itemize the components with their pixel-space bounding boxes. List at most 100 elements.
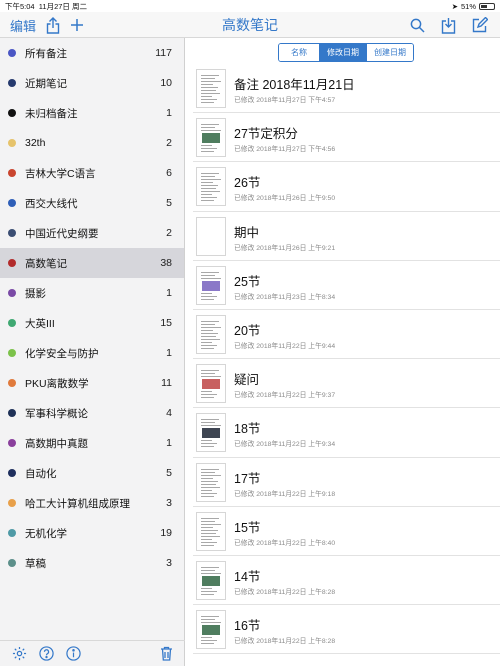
note-modified-date: 已修改 2018年11月22日 上午8:40 — [234, 539, 336, 547]
note-row[interactable]: 27节定积分 已修改 2018年11月27日 下午4:56 — [185, 113, 500, 163]
battery-fill — [481, 4, 488, 8]
thumb-line — [201, 173, 219, 175]
folder-count: 1 — [166, 347, 172, 359]
settings-icon[interactable] — [12, 646, 27, 661]
status-time: 下午5:04 — [5, 1, 35, 11]
help-icon[interactable] — [39, 646, 54, 661]
thumb-line — [201, 332, 218, 334]
thumb-line — [201, 176, 215, 178]
thumb-line — [201, 130, 221, 132]
new-folder-icon[interactable] — [70, 18, 84, 32]
note-title: 备注 2018年11月21日 — [234, 78, 355, 92]
note-row[interactable]: 17节 已修改 2018年11月22日 上午9:18 — [185, 458, 500, 507]
nav-left-group: 编辑 — [10, 12, 84, 38]
note-row[interactable]: 疑问 已修改 2018年11月22日 上午9:37 — [185, 359, 500, 409]
note-row[interactable]: 25节 已修改 2018年11月23日 上午8:34 — [185, 261, 500, 311]
note-title: 26节 — [234, 176, 261, 191]
folder-item[interactable]: PKU离散数学 11 — [0, 368, 184, 398]
edit-button[interactable]: 编辑 — [10, 16, 36, 35]
folder-item[interactable]: 无机化学 19 — [0, 518, 184, 548]
sort-by-created-date[interactable]: 创建日期 — [366, 44, 413, 61]
thumb-line — [201, 191, 220, 193]
note-modified-date: 已修改 2018年11月22日 上午8:28 — [234, 588, 336, 596]
thumb-line — [201, 590, 217, 592]
thumb-line — [201, 622, 221, 624]
note-row[interactable]: 26节 已修改 2018年11月26日 上午9:50 — [185, 162, 500, 212]
import-icon[interactable] — [441, 17, 456, 34]
folder-item[interactable]: 西交大线代 5 — [0, 188, 184, 218]
folder-count: 3 — [166, 557, 172, 569]
thumb-figure — [202, 133, 220, 144]
share-icon[interactable] — [46, 16, 60, 34]
compose-icon[interactable] — [472, 17, 488, 33]
thumb-line — [201, 523, 221, 525]
folder-name: 高数期中真题 — [25, 437, 88, 450]
thumb-line — [201, 326, 221, 328]
note-modified-date: 已修改 2018年11月22日 上午9:34 — [234, 441, 336, 449]
sort-by-modified-date[interactable]: 修改日期 — [319, 44, 366, 61]
sort-by-name[interactable]: 名称 — [279, 44, 319, 61]
folder-color-dot — [8, 49, 16, 57]
folder-color-dot — [8, 439, 16, 447]
thumb-line — [201, 93, 220, 94]
folder-item[interactable]: 摄影 1 — [0, 278, 184, 308]
folder-item[interactable]: 军事科学概论 4 — [0, 398, 184, 428]
folder-color-dot — [8, 559, 16, 567]
folder-item[interactable]: 哈工大计算机组成原理 3 — [0, 488, 184, 518]
folder-color-dot — [8, 109, 16, 117]
folder-item[interactable]: 中国近代史纲要 2 — [0, 218, 184, 248]
folder-name: 化学安全与防护 — [25, 347, 99, 360]
thumb-line — [201, 566, 219, 568]
folder-item[interactable]: 近期笔记 10 — [0, 68, 184, 98]
note-modified-date: 已修改 2018年11月22日 上午8:28 — [234, 638, 336, 646]
thumb-line — [201, 483, 216, 485]
info-icon[interactable] — [66, 646, 81, 661]
trash-icon[interactable] — [160, 646, 173, 661]
note-row[interactable]: 期中 已修改 2018年11月26日 上午9:21 — [185, 212, 500, 261]
search-icon[interactable] — [410, 18, 425, 33]
folder-list: 所有备注 117 近期笔记 10 未归档备注 1 32th 2 吉林大学C语言 6 西交大线代 5 中国… — [0, 38, 184, 578]
note-row[interactable]: 备注 2018年11月21日 已修改 2018年11月27日 下午4:57 — [185, 64, 500, 114]
thumb-line — [201, 446, 214, 448]
thumb-line — [201, 323, 215, 325]
folder-name: 中国近代史纲要 — [25, 227, 99, 240]
note-thumbnail — [196, 511, 226, 551]
folder-name: 哈工大计算机组成原理 — [25, 497, 130, 510]
thumb-line — [201, 320, 219, 322]
folder-item[interactable]: 化学安全与防护 1 — [0, 338, 184, 368]
thumb-line — [201, 194, 212, 196]
status-bar: 下午5:04 11月27日 周二 ➤ 51% — [0, 0, 500, 12]
thumb-line — [201, 185, 218, 187]
folder-item[interactable]: 所有备注 117 — [0, 38, 184, 68]
note-row[interactable]: 20节 已修改 2018年11月22日 上午9:44 — [185, 310, 500, 360]
thumb-line — [201, 391, 212, 393]
note-title: 18节 — [234, 422, 261, 437]
folder-item[interactable]: 大英III 15 — [0, 308, 184, 338]
folder-item[interactable]: 草稿 3 — [0, 548, 184, 578]
note-row[interactable]: 18节已修改 2018年11月22日 上午9:34 — [185, 408, 500, 458]
folder-sidebar: 所有备注 117 近期笔记 10 未归档备注 1 32th 2 吉林大学C语言 6 西交大线代 5 中国… — [0, 38, 185, 666]
status-right: ➤ 51% — [452, 2, 495, 11]
note-thumbnail — [196, 462, 226, 502]
thumb-line — [201, 78, 215, 79]
thumb-line — [201, 148, 217, 150]
note-thumbnail — [196, 364, 226, 404]
note-row[interactable]: 14节 已修改 2018年11月22日 上午8:28 — [185, 556, 500, 606]
note-title: 25节 — [234, 274, 261, 289]
folder-item[interactable]: 未归档备注 1 — [0, 98, 184, 128]
nav-right-group — [410, 12, 488, 38]
thumb-line — [201, 277, 221, 279]
folder-item[interactable]: 高数笔记 38 — [0, 248, 184, 278]
thumb-line — [201, 151, 214, 153]
battery-percent: 51% — [460, 1, 476, 11]
folder-item[interactable]: 32th 2 — [0, 128, 184, 158]
note-title: 20节 — [234, 323, 261, 338]
note-row[interactable]: 16节 已修改 2018年11月22日 上午8:28 — [185, 605, 500, 655]
folder-item[interactable]: 自动化 5 — [0, 458, 184, 488]
folder-item[interactable]: 吉林大学C语言 6 — [0, 158, 184, 188]
folder-item[interactable]: 高数期中真题 1 — [0, 428, 184, 458]
note-row[interactable]: 15节 已修改 2018年11月22日 上午8:40 — [185, 507, 500, 557]
folder-color-dot — [8, 79, 16, 87]
thumb-line — [201, 370, 219, 372]
note-thumbnail — [196, 413, 226, 453]
